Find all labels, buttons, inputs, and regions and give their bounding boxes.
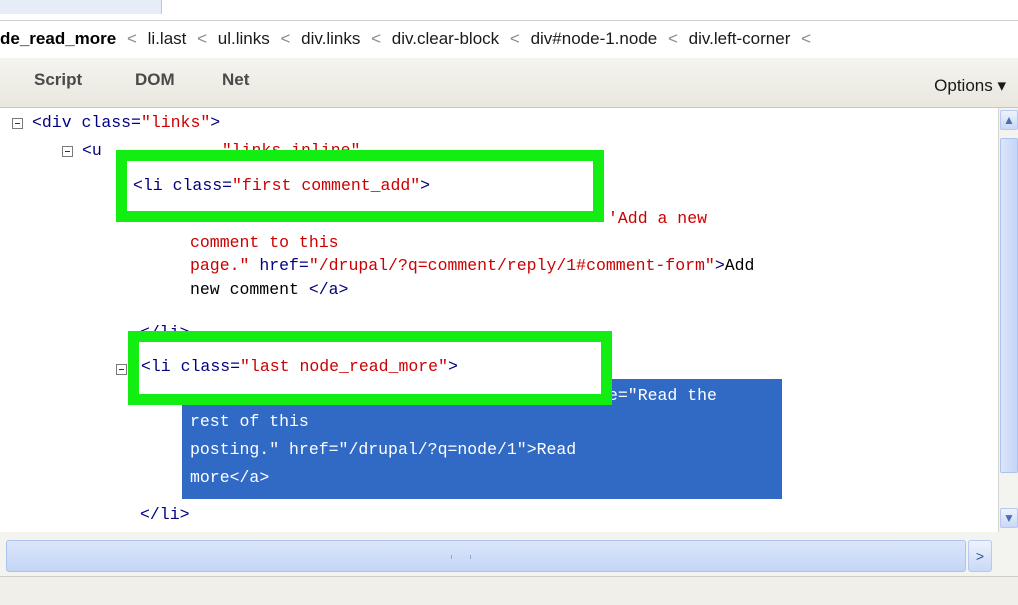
horizontal-scroll-thumb[interactable] bbox=[6, 540, 966, 572]
breadcrumb-item-ul-links[interactable]: ul.links bbox=[218, 29, 270, 48]
tab-script[interactable]: Script bbox=[34, 70, 82, 90]
tab-net[interactable]: Net bbox=[222, 70, 249, 90]
vertical-scroll-thumb[interactable] bbox=[1000, 138, 1018, 473]
tree-node-a-last-cont: more</a> bbox=[190, 467, 269, 489]
breadcrumb-separator: < bbox=[197, 29, 208, 48]
breadcrumb-current[interactable]: de_read_more bbox=[0, 29, 116, 48]
tag-close: > bbox=[447, 357, 458, 376]
annotation-box-first-li: <li class="first comment_add"> bbox=[116, 150, 604, 222]
attr-value: rest of this bbox=[190, 412, 309, 431]
toolbar: Script DOM Net Options ▾ bbox=[0, 58, 1018, 108]
attr-name: class= bbox=[180, 357, 241, 376]
tag-name: <u bbox=[82, 141, 102, 160]
collapse-toggle-icon[interactable] bbox=[62, 146, 73, 157]
attr-value: "last node_read_more" bbox=[240, 357, 448, 376]
node-text: Add bbox=[724, 256, 755, 275]
breadcrumb-separator: < bbox=[280, 29, 291, 48]
attr-value: "first comment_add" bbox=[232, 176, 421, 195]
attr-value: "links" bbox=[140, 113, 211, 132]
scroll-up-icon[interactable]: ▲ bbox=[1000, 110, 1018, 130]
breadcrumb-separator: < bbox=[509, 29, 520, 48]
scroll-right-icon[interactable]: > bbox=[968, 540, 992, 572]
breadcrumb-overflow[interactable]: < bbox=[801, 29, 811, 48]
attr-name: href= bbox=[279, 440, 339, 459]
attr-value: posting." bbox=[190, 440, 280, 459]
vertical-scrollbar[interactable]: ▲ ▼ bbox=[998, 108, 1018, 532]
breadcrumb-item-div-left-corner[interactable]: div.left-corner bbox=[689, 29, 791, 48]
node-text: Read bbox=[536, 440, 577, 459]
annotation-box-last-li: <li class="last node_read_more"> bbox=[128, 331, 612, 405]
attr-value: page." bbox=[190, 256, 250, 275]
horizontal-scrollbar[interactable]: > bbox=[0, 532, 1018, 576]
tag-close: </a> bbox=[229, 468, 270, 487]
tag-name: <li bbox=[141, 357, 181, 376]
tree-node-a-first-cont: new comment </a> bbox=[190, 279, 348, 301]
scroll-down-icon[interactable]: ▼ bbox=[1000, 508, 1018, 528]
tree-node-li-last[interactable]: <li class="last node_read_more"> bbox=[141, 356, 458, 378]
node-text: new comment bbox=[190, 280, 299, 299]
tag-close: </li> bbox=[140, 505, 190, 524]
attr-name: href= bbox=[249, 256, 309, 275]
breadcrumb-separator: < bbox=[371, 29, 382, 48]
tree-node-a-first-cont: comment to this bbox=[190, 232, 339, 254]
collapse-toggle-icon[interactable] bbox=[12, 118, 23, 129]
tag-name: <li bbox=[133, 176, 173, 195]
attr-name: class= bbox=[81, 113, 141, 132]
options-menu-button[interactable]: Options ▾ bbox=[934, 76, 1006, 96]
node-text: more bbox=[190, 468, 230, 487]
tree-node-li-first[interactable]: <li class="first comment_add"> bbox=[133, 175, 430, 197]
tag-close: > bbox=[526, 440, 537, 459]
breadcrumb-item-div-links[interactable]: div.links bbox=[301, 29, 360, 48]
tree-node-a-first-cont: page." href="/drupal/?q=comment/reply/1#… bbox=[190, 255, 754, 277]
status-bar bbox=[0, 576, 1018, 605]
panel-tab-stub[interactable] bbox=[0, 0, 162, 14]
tree-node-a-last-cont: rest of this bbox=[190, 411, 309, 433]
attr-name: class= bbox=[172, 176, 233, 195]
attr-value: "/drupal/?q=node/1" bbox=[338, 440, 527, 459]
attr-value: comment to this bbox=[190, 233, 339, 252]
tag-name: <div bbox=[32, 113, 82, 132]
breadcrumb-item-div-node-1[interactable]: div#node-1.node bbox=[531, 29, 658, 48]
tree-node-div-links[interactable]: <div class="links"> bbox=[32, 112, 220, 134]
tag-close: > bbox=[210, 113, 221, 132]
attr-value: "/drupal/?q=comment/reply/1#comment-form… bbox=[308, 256, 715, 275]
tree-node-li-last-close: </li> bbox=[140, 504, 190, 526]
attr-value: e="Read the bbox=[608, 386, 717, 405]
scroll-grip-icon bbox=[451, 555, 471, 559]
breadcrumb-separator: < bbox=[126, 29, 137, 48]
breadcrumb-item-div-clear-block[interactable]: div.clear-block bbox=[392, 29, 499, 48]
collapse-toggle-icon[interactable] bbox=[116, 364, 127, 375]
tag-close: > bbox=[714, 256, 725, 275]
attr-value: 'Add a new bbox=[608, 209, 708, 228]
tag-close: </a> bbox=[308, 280, 349, 299]
tab-dom[interactable]: DOM bbox=[135, 70, 175, 90]
tree-node-a-last-cont: posting." href="/drupal/?q=node/1">Read bbox=[190, 439, 576, 461]
tag-close: > bbox=[420, 176, 431, 195]
breadcrumb-separator: < bbox=[667, 29, 678, 48]
top-strip bbox=[0, 0, 1018, 20]
breadcrumb-item-li-last[interactable]: li.last bbox=[148, 29, 187, 48]
breadcrumb: de_read_more < li.last < ul.links < div.… bbox=[0, 20, 1018, 58]
